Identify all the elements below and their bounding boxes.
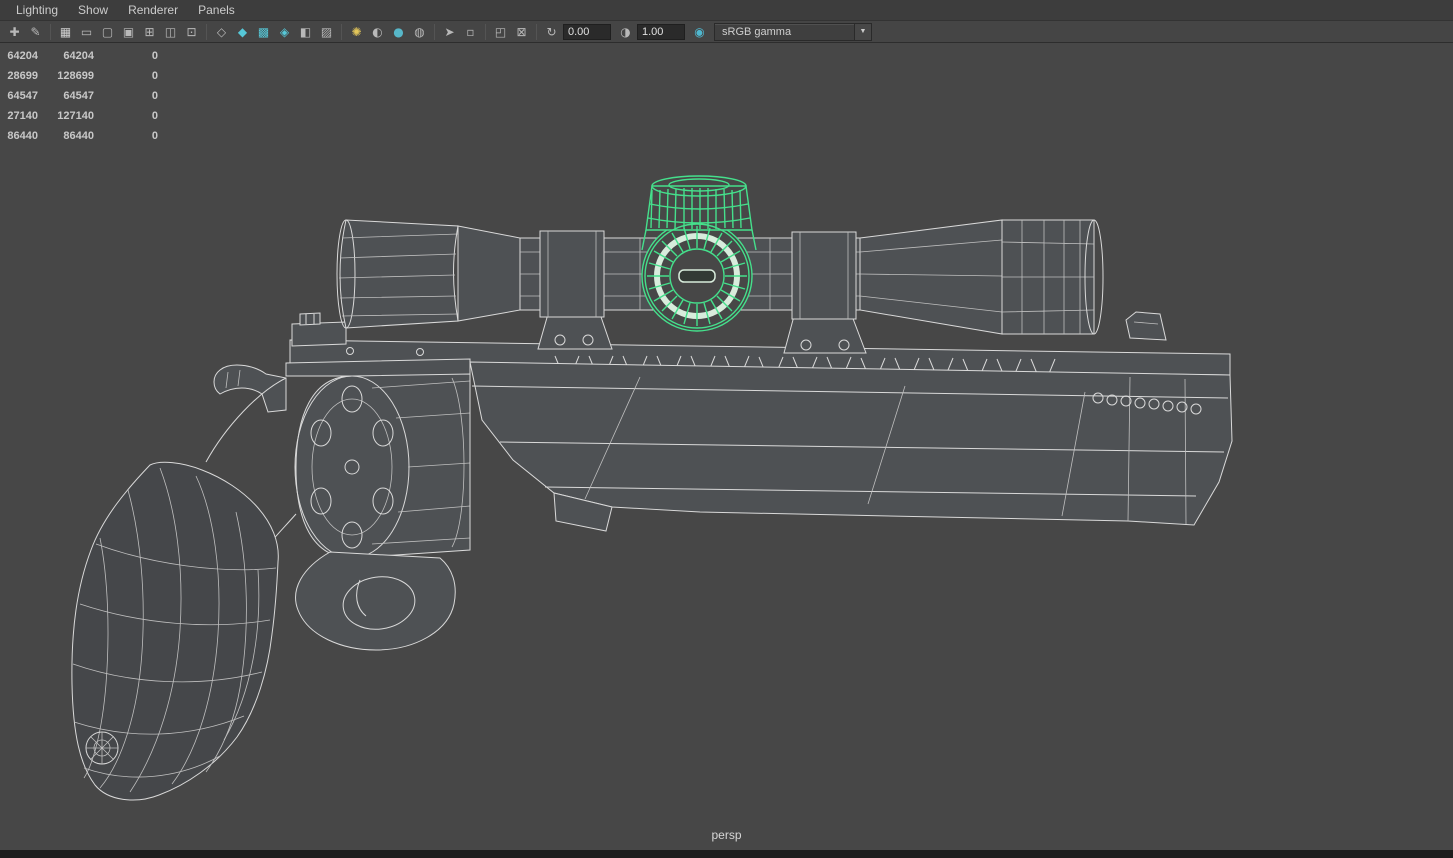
gamma-icon[interactable]: ◑	[615, 22, 636, 42]
select-camera-icon[interactable]: ✚	[4, 22, 25, 42]
lasso-select-icon[interactable]: ▫	[460, 22, 481, 42]
hud-value: 64547	[7, 90, 38, 102]
select-tool-icon[interactable]: ➤	[439, 22, 460, 42]
hud-row: 28699 128699 0	[2, 66, 158, 86]
smooth-shade-icon[interactable]: ◆	[232, 22, 253, 42]
hud-value: 27140	[7, 110, 38, 122]
film-gate-icon[interactable]: ▭	[76, 22, 97, 42]
hud-value: 64204	[63, 50, 94, 62]
bottom-strip	[0, 850, 1453, 858]
exposure-icon[interactable]: ↻	[541, 22, 562, 42]
wireframe-on-shaded-icon[interactable]: ◈	[274, 22, 295, 42]
use-default-material-icon[interactable]: ◧	[295, 22, 316, 42]
hud-value: 86440	[63, 130, 94, 142]
hud-row: 64204 64204 0	[2, 46, 158, 66]
motion-blur-icon[interactable]: ◍	[409, 22, 430, 42]
hud-value: 64204	[7, 50, 38, 62]
gamma-input[interactable]	[637, 23, 685, 40]
grid-icon[interactable]: ▦	[55, 22, 76, 42]
shadows-icon[interactable]: ◐	[367, 22, 388, 42]
menu-lighting[interactable]: Lighting	[6, 0, 68, 20]
hud-value: 128699	[57, 70, 94, 82]
hud-value: 28699	[7, 70, 38, 82]
camera-name-label: persp	[711, 828, 742, 842]
safe-title-icon[interactable]: ⊡	[181, 22, 202, 42]
poly-count-hud: 64204 64204 0 28699 128699 0 64547 64547…	[2, 46, 158, 146]
hud-row: 64547 64547 0	[2, 86, 158, 106]
exposure-input[interactable]	[563, 23, 611, 40]
hud-value: 0	[151, 70, 158, 82]
panel-menu-bar: Lighting Show Renderer Panels	[0, 0, 1453, 20]
toolbar-separator	[434, 23, 435, 40]
maya-viewport-panel: Lighting Show Renderer Panels ✚ ✎ ▦ ▭ ▢ …	[0, 0, 1453, 858]
safe-action-icon[interactable]: ◫	[160, 22, 181, 42]
hud-value: 0	[151, 50, 158, 62]
menu-show[interactable]: Show	[68, 0, 118, 20]
hud-value: 127140	[57, 110, 94, 122]
hud-value: 0	[151, 130, 158, 142]
menu-renderer[interactable]: Renderer	[118, 0, 188, 20]
toolbar-separator	[206, 23, 207, 40]
grease-pencil-icon[interactable]: ✎	[25, 22, 46, 42]
view-transform-value: sRGB gamma	[722, 25, 792, 38]
toolbar-separator	[485, 23, 486, 40]
toolbar-separator	[536, 23, 537, 40]
view-transform-dropdown[interactable]: sRGB gamma ▼	[714, 22, 872, 41]
gate-mask-icon[interactable]: ▣	[118, 22, 139, 42]
viewport-3d[interactable]: 64204 64204 0 28699 128699 0 64547 64547…	[0, 44, 1453, 850]
isolate-select-icon[interactable]: ◰	[490, 22, 511, 42]
model-revolver-wireframe[interactable]	[0, 44, 1453, 850]
textured-icon[interactable]: ▩	[253, 22, 274, 42]
screen-space-ao-icon[interactable]: ●	[388, 22, 409, 42]
chevron-down-icon[interactable]: ▼	[854, 23, 871, 40]
panel-toolbar: ✚ ✎ ▦ ▭ ▢ ▣ ⊞ ◫ ⊡ ◇ ◆ ▩ ◈ ◧ ▨ ✺ ◐ ● ◍ ➤ …	[0, 20, 1453, 43]
frame-selection-icon[interactable]: ⊠	[511, 22, 532, 42]
field-chart-icon[interactable]: ⊞	[139, 22, 160, 42]
resolution-gate-icon[interactable]: ▢	[97, 22, 118, 42]
toolbar-separator	[50, 23, 51, 40]
hud-value: 0	[151, 110, 158, 122]
hud-value: 64547	[63, 90, 94, 102]
hud-row: 86440 86440 0	[2, 126, 158, 146]
xray-icon[interactable]: ▨	[316, 22, 337, 42]
use-all-lights-icon[interactable]: ✺	[346, 22, 367, 42]
menu-panels[interactable]: Panels	[188, 0, 245, 20]
hud-row: 27140 127140 0	[2, 106, 158, 126]
color-management-icon[interactable]: ◉	[689, 22, 710, 42]
hud-value: 0	[151, 90, 158, 102]
selected-turret[interactable]	[641, 175, 757, 332]
toolbar-separator	[341, 23, 342, 40]
wireframe-icon[interactable]: ◇	[211, 22, 232, 42]
hud-value: 86440	[7, 130, 38, 142]
